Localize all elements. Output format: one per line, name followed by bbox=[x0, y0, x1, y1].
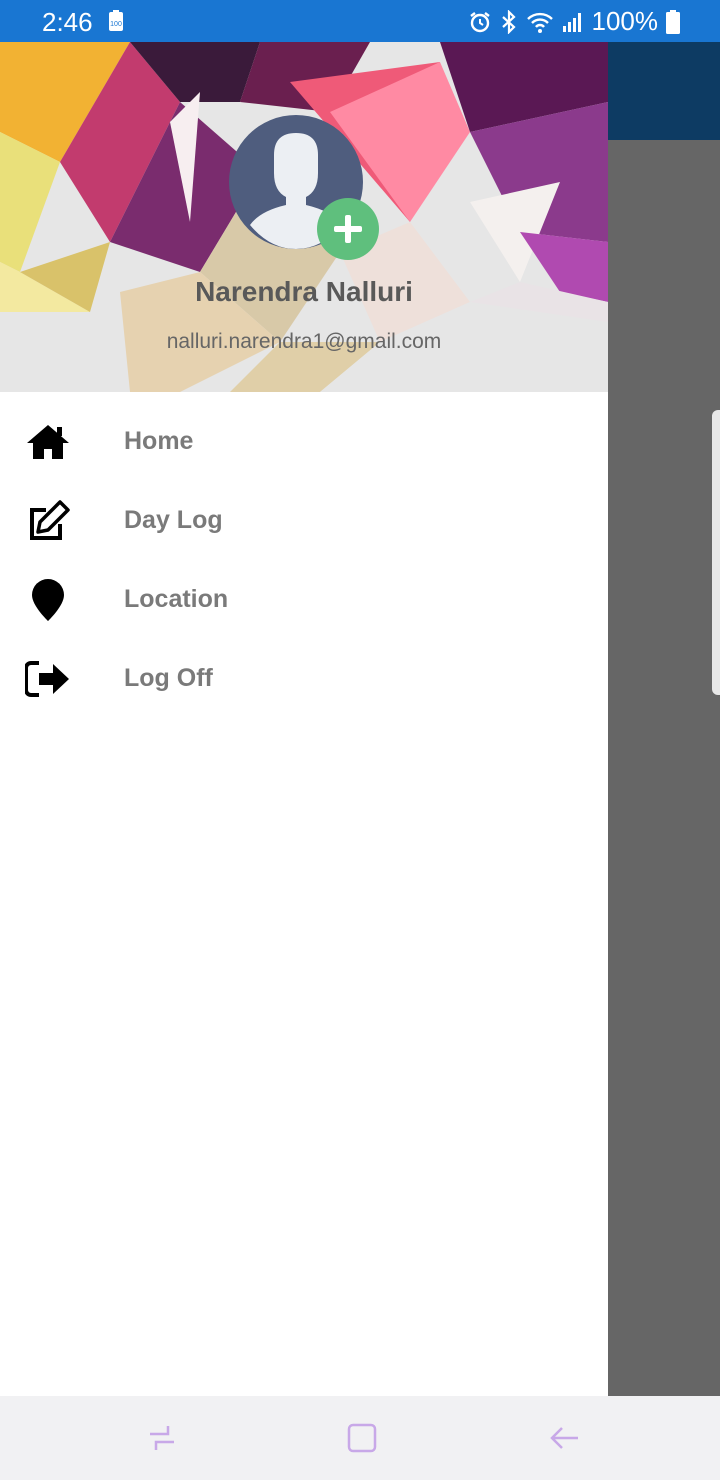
wifi-icon bbox=[526, 10, 554, 34]
edge-panel-handle[interactable] bbox=[712, 410, 720, 695]
add-photo-button[interactable] bbox=[317, 198, 379, 260]
recent-apps-icon[interactable] bbox=[140, 1416, 184, 1460]
user-email: nalluri.narendra1@gmail.com bbox=[166, 330, 442, 353]
status-time: 2:46 bbox=[42, 7, 93, 37]
drawer-header: Narendra Nalluri nalluri.narendra1@gmail… bbox=[0, 42, 608, 392]
menu-item-home[interactable]: Home bbox=[0, 402, 608, 481]
home-icon bbox=[24, 418, 72, 466]
menu-item-day-log[interactable]: Day Log bbox=[0, 481, 608, 560]
battery-saver-icon: 100 bbox=[108, 10, 124, 32]
bluetooth-icon bbox=[500, 9, 518, 34]
home-square-icon[interactable] bbox=[340, 1416, 384, 1460]
menu-label: Location bbox=[124, 585, 229, 613]
menu-item-log-off[interactable]: Log Off bbox=[0, 639, 608, 718]
menu-label: Day Log bbox=[124, 506, 223, 534]
alarm-icon bbox=[468, 10, 492, 34]
signal-icon bbox=[562, 11, 584, 33]
menu-label: Log Off bbox=[124, 664, 213, 692]
location-pin-icon bbox=[24, 576, 72, 624]
edit-icon bbox=[24, 497, 72, 545]
user-name: Narendra Nalluri bbox=[195, 276, 413, 307]
system-nav-bar bbox=[0, 1396, 720, 1480]
battery-percent: 100% bbox=[591, 6, 659, 36]
battery-icon bbox=[666, 9, 680, 34]
drawer-menu: Home Day Log Location Log Off bbox=[0, 402, 608, 718]
menu-item-location[interactable]: Location bbox=[0, 560, 608, 639]
plus-icon bbox=[334, 215, 362, 243]
sign-out-icon bbox=[24, 655, 72, 703]
menu-label: Home bbox=[124, 427, 194, 455]
navigation-drawer: Narendra Nalluri nalluri.narendra1@gmail… bbox=[0, 42, 608, 1396]
status-bar: 2:46 100 100% bbox=[0, 0, 720, 42]
back-arrow-icon[interactable] bbox=[542, 1416, 586, 1460]
svg-text:100: 100 bbox=[110, 21, 122, 28]
